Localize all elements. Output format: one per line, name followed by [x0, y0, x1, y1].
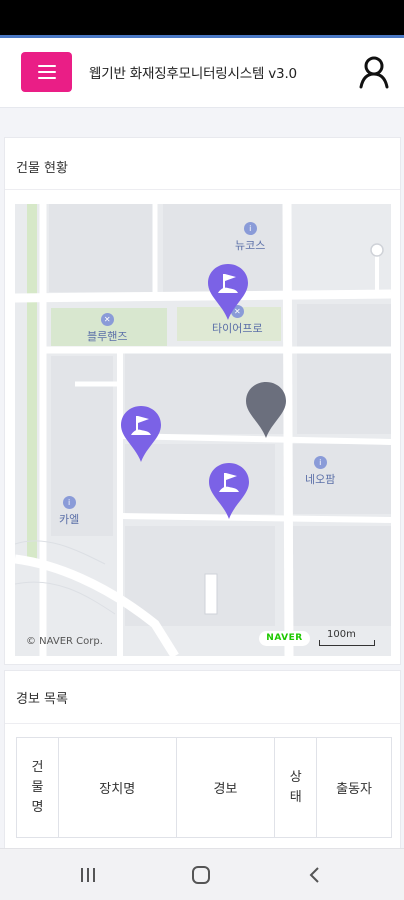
- building-map[interactable]: i 뉴코스 ✕ 블루핸즈 ✕ 타이어프로 i 네오팜 i 카엘 © NAVER …: [15, 204, 391, 656]
- building-status-card: 건물 현황 i 뉴코스 ✕ 블루핸즈 ✕ 타이어프로 i 네오팜 i 카엘 © …: [4, 137, 401, 665]
- poi-bluehands[interactable]: ✕ 블루핸즈: [87, 313, 127, 344]
- place-icon: i: [62, 496, 76, 509]
- map-copyright: © NAVER Corp.: [26, 636, 103, 647]
- app-title: 웹기반 화재징후모니터링시스템 v3.0: [89, 66, 297, 82]
- poi-neopharm[interactable]: i 네오팜: [305, 456, 335, 487]
- column-alarm[interactable]: 경보: [175, 737, 276, 838]
- alarm-list-title: 경보 목록: [16, 692, 68, 707]
- place-icon: i: [243, 222, 257, 235]
- column-dispatcher[interactable]: 출동자: [316, 737, 392, 838]
- map-scale-label: 100m: [327, 629, 356, 640]
- back-icon[interactable]: [303, 863, 327, 887]
- naver-logo: NAVER: [259, 631, 310, 646]
- divider: [5, 189, 400, 190]
- building-marker-3[interactable]: [207, 461, 251, 521]
- building-marker-2[interactable]: [119, 404, 163, 464]
- home-icon[interactable]: [189, 863, 213, 887]
- alarm-table: 건물명 장치명 경보 상태 출동자: [16, 737, 392, 838]
- recent-apps-icon[interactable]: [76, 863, 100, 887]
- building-status-title: 건물 현황: [16, 161, 68, 176]
- app-header: 웹기반 화재징후모니터링시스템 v3.0: [0, 38, 404, 108]
- divider: [5, 723, 400, 724]
- map-scale-bar: [319, 640, 375, 646]
- table-header-row: 건물명 장치명 경보 상태 출동자: [16, 737, 392, 838]
- place-icon: i: [313, 456, 327, 469]
- wrench-icon: ✕: [100, 313, 114, 326]
- menu-button[interactable]: [21, 52, 72, 92]
- selected-location-marker[interactable]: [244, 380, 288, 440]
- map-background: [15, 204, 391, 656]
- column-building-name[interactable]: 건물명: [16, 737, 59, 838]
- poi-newcos[interactable]: i 뉴코스: [235, 222, 265, 253]
- building-marker-1[interactable]: [206, 262, 250, 322]
- poi-kael[interactable]: i 카엘: [59, 496, 79, 527]
- alarm-list-card: 경보 목록 건물명 장치명 경보 상태 출동자: [4, 670, 401, 860]
- column-status[interactable]: 상태: [274, 737, 318, 838]
- system-navigation-bar: [0, 848, 404, 900]
- status-bar: [0, 0, 404, 35]
- hamburger-menu-icon: [37, 65, 56, 67]
- column-device-name[interactable]: 장치명: [57, 737, 177, 838]
- user-icon[interactable]: [358, 55, 390, 89]
